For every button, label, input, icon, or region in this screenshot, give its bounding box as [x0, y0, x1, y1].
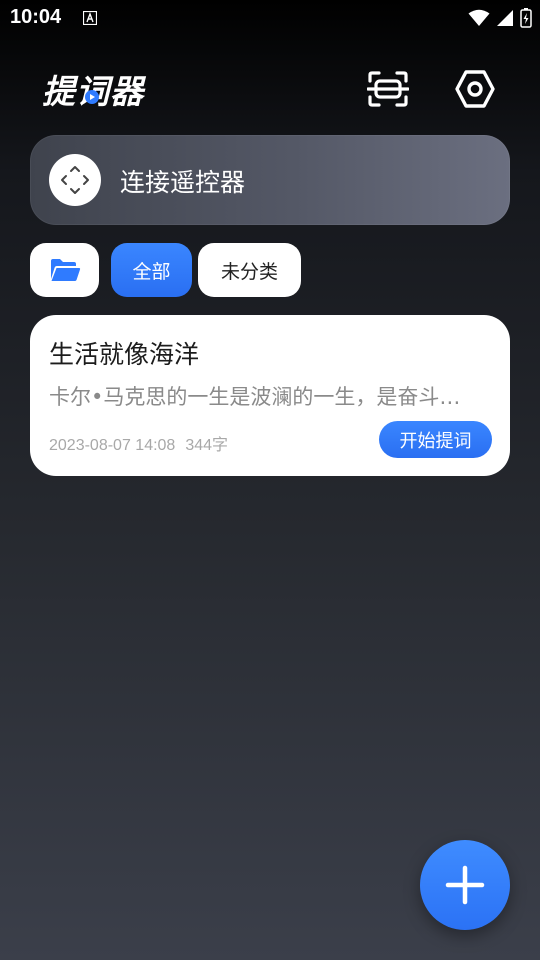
- signal-icon: [497, 10, 513, 26]
- settings-button[interactable]: [454, 68, 496, 110]
- status-right-icons: [468, 7, 532, 29]
- wifi-icon: [468, 9, 490, 26]
- script-meta: 2023-08-07 14:08 344字: [49, 431, 238, 455]
- status-bar: 10:04: [0, 0, 540, 36]
- script-title: 生活就像海洋: [49, 340, 200, 369]
- scan-icon: [367, 71, 409, 107]
- connect-remote-banner[interactable]: 连接遥控器: [30, 135, 510, 225]
- folder-button[interactable]: [30, 243, 99, 297]
- category-chip-all[interactable]: 全部: [111, 243, 192, 297]
- connect-remote-label: 连接遥控器: [120, 168, 246, 197]
- add-script-button[interactable]: [420, 840, 510, 930]
- app-logo: 提词器: [42, 65, 144, 113]
- remote-arrows-icon: [61, 166, 89, 194]
- status-time: 10:04: [10, 6, 62, 28]
- play-icon: [85, 90, 99, 104]
- script-card[interactable]: 生活就像海洋 卡尔•马克思的一生是波澜的一生，是奋斗的一生 2023-08-07…: [30, 315, 510, 476]
- remote-icon-circle: [49, 154, 101, 206]
- settings-icon: [455, 70, 495, 108]
- plus-icon: [445, 865, 485, 905]
- script-date: 2023-08-07 14:08: [49, 437, 176, 454]
- battery-icon: [520, 8, 532, 28]
- a-notification-icon: [83, 11, 97, 25]
- scan-button[interactable]: [367, 68, 409, 110]
- folder-open-icon: [50, 259, 80, 281]
- start-prompting-button[interactable]: 开始提词: [379, 421, 492, 458]
- script-preview: 卡尔•马克思的一生是波澜的一生，是奋斗的一生: [49, 385, 479, 409]
- app-title: 提词器: [42, 65, 144, 113]
- category-chip-uncategorized[interactable]: 未分类: [198, 243, 301, 297]
- script-word-count: 344字: [185, 437, 229, 454]
